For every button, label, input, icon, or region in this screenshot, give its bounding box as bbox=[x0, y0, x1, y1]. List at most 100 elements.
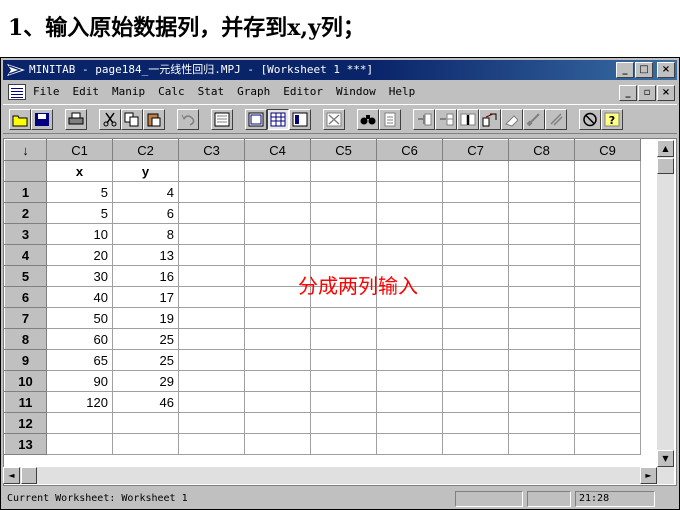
cell-x[interactable]: 50 bbox=[46, 307, 113, 329]
close-button[interactable]: × bbox=[657, 62, 675, 78]
cell-empty[interactable] bbox=[574, 202, 641, 224]
cell-empty[interactable] bbox=[310, 433, 377, 455]
cell-empty[interactable] bbox=[376, 349, 443, 371]
cell-empty[interactable] bbox=[574, 307, 641, 329]
column-name-cell[interactable] bbox=[574, 160, 641, 182]
cell-empty[interactable] bbox=[376, 412, 443, 434]
column-header-c7[interactable]: C7 bbox=[442, 139, 509, 161]
cell-empty[interactable] bbox=[310, 244, 377, 266]
menu-help[interactable]: Help bbox=[389, 82, 416, 102]
cell-y[interactable]: 25 bbox=[112, 349, 179, 371]
cell-empty[interactable] bbox=[442, 433, 509, 455]
column-header-c2[interactable]: C2 bbox=[112, 139, 179, 161]
cell-empty[interactable] bbox=[442, 349, 509, 371]
cell-empty[interactable] bbox=[244, 433, 311, 455]
column-name-cell[interactable]: y bbox=[112, 160, 179, 182]
row-number[interactable]: 4 bbox=[4, 244, 47, 266]
open-icon[interactable] bbox=[9, 109, 31, 130]
cell-empty[interactable] bbox=[178, 412, 245, 434]
cell-x[interactable]: 120 bbox=[46, 391, 113, 413]
column-header-c3[interactable]: C3 bbox=[178, 139, 245, 161]
horizontal-scrollbar[interactable]: ◄ ► bbox=[3, 467, 657, 484]
move-columns-icon[interactable] bbox=[479, 109, 501, 130]
cell-empty[interactable] bbox=[442, 244, 509, 266]
mdi-close-button[interactable]: × bbox=[657, 85, 675, 101]
menu-editor[interactable]: Editor bbox=[283, 82, 323, 102]
cell-empty[interactable] bbox=[574, 265, 641, 287]
menu-file[interactable]: File bbox=[33, 82, 60, 102]
column-name-cell[interactable] bbox=[508, 160, 575, 182]
mdi-restore-button[interactable]: ▫ bbox=[638, 85, 656, 101]
cell-x[interactable]: 30 bbox=[46, 265, 113, 287]
cell-empty[interactable] bbox=[574, 349, 641, 371]
row-number[interactable]: 12 bbox=[4, 412, 47, 434]
cell-empty[interactable] bbox=[508, 223, 575, 245]
cell-empty[interactable] bbox=[376, 307, 443, 329]
cell-empty[interactable] bbox=[310, 202, 377, 224]
cell-x[interactable]: 40 bbox=[46, 286, 113, 308]
row-number[interactable]: 7 bbox=[4, 307, 47, 329]
cell-empty[interactable] bbox=[178, 265, 245, 287]
scroll-up-button[interactable]: ▲ bbox=[657, 140, 674, 157]
title-bar[interactable]: MINITAB - page184_一元线性回归.MPJ - [Workshee… bbox=[3, 60, 677, 80]
cell-empty[interactable] bbox=[508, 202, 575, 224]
cell-empty[interactable] bbox=[244, 181, 311, 203]
cell-x[interactable]: 20 bbox=[46, 244, 113, 266]
cell-empty[interactable] bbox=[310, 181, 377, 203]
row-number[interactable]: 5 bbox=[4, 265, 47, 287]
data-window-icon[interactable] bbox=[267, 109, 289, 130]
cell-y[interactable]: 13 bbox=[112, 244, 179, 266]
cell-empty[interactable] bbox=[508, 391, 575, 413]
cut-icon[interactable] bbox=[99, 109, 121, 130]
cell-empty[interactable] bbox=[574, 433, 641, 455]
row-number[interactable]: 8 bbox=[4, 328, 47, 350]
help-index-icon[interactable] bbox=[379, 109, 401, 130]
insert-columns-icon[interactable] bbox=[457, 109, 479, 130]
cell-empty[interactable] bbox=[508, 349, 575, 371]
minimize-button[interactable]: _ bbox=[616, 62, 634, 78]
menu-stat[interactable]: Stat bbox=[198, 82, 225, 102]
cell-empty[interactable] bbox=[244, 244, 311, 266]
cell-empty[interactable] bbox=[310, 307, 377, 329]
column-header-c5[interactable]: C5 bbox=[310, 139, 377, 161]
cell-empty[interactable] bbox=[508, 307, 575, 329]
cell-empty[interactable] bbox=[376, 433, 443, 455]
cell-y[interactable]: 17 bbox=[112, 286, 179, 308]
row-number[interactable]: 9 bbox=[4, 349, 47, 371]
insert-cells-icon[interactable] bbox=[413, 109, 435, 130]
project-manager-icon[interactable] bbox=[245, 109, 267, 130]
cell-empty[interactable] bbox=[244, 223, 311, 245]
insert-rows-icon[interactable] bbox=[435, 109, 457, 130]
info-icon[interactable] bbox=[289, 109, 311, 130]
cell-empty[interactable] bbox=[178, 349, 245, 371]
cell-x[interactable] bbox=[46, 433, 113, 455]
cell-empty[interactable] bbox=[442, 223, 509, 245]
cell-empty[interactable] bbox=[508, 328, 575, 350]
cell-x[interactable]: 10 bbox=[46, 223, 113, 245]
cell-y[interactable]: 8 bbox=[112, 223, 179, 245]
cell-empty[interactable] bbox=[310, 349, 377, 371]
vertical-scrollbar[interactable]: ▲ ▼ bbox=[657, 140, 674, 484]
cell-empty[interactable] bbox=[244, 391, 311, 413]
cell-y[interactable] bbox=[112, 412, 179, 434]
cell-y[interactable]: 46 bbox=[112, 391, 179, 413]
column-name-cell[interactable] bbox=[442, 160, 509, 182]
cell-empty[interactable] bbox=[310, 328, 377, 350]
cell-empty[interactable] bbox=[178, 181, 245, 203]
cell-y[interactable]: 4 bbox=[112, 181, 179, 203]
cell-empty[interactable] bbox=[178, 202, 245, 224]
row-number[interactable]: 11 bbox=[4, 391, 47, 413]
cell-empty[interactable] bbox=[178, 328, 245, 350]
cell-x[interactable]: 60 bbox=[46, 328, 113, 350]
cell-empty[interactable] bbox=[574, 370, 641, 392]
cell-empty[interactable] bbox=[442, 181, 509, 203]
close-graphs-icon[interactable] bbox=[323, 109, 345, 130]
column-name-cell[interactable] bbox=[178, 160, 245, 182]
scroll-down-button[interactable]: ▼ bbox=[657, 450, 674, 467]
scroll-right-button[interactable]: ► bbox=[640, 467, 657, 484]
cell-empty[interactable] bbox=[376, 202, 443, 224]
cell-empty[interactable] bbox=[574, 223, 641, 245]
column-header-c6[interactable]: C6 bbox=[376, 139, 443, 161]
column-name-cell[interactable] bbox=[244, 160, 311, 182]
cell-empty[interactable] bbox=[178, 391, 245, 413]
